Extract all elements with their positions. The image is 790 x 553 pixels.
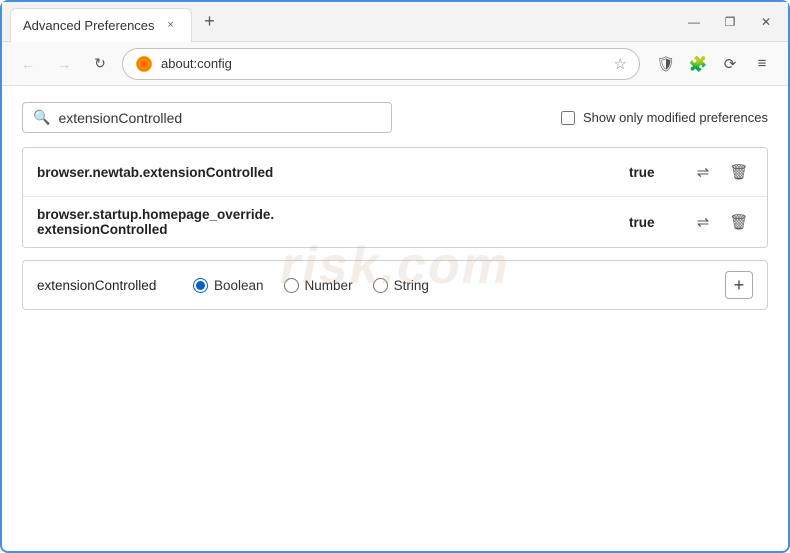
address-text: about:config (161, 56, 606, 71)
delete-button-2[interactable]: 🗑 (725, 208, 753, 236)
pref-name-1: browser.newtab.extensionControlled (37, 165, 629, 180)
radio-number[interactable]: Number (284, 278, 353, 293)
row-actions-2: ⇌ 🗑 (689, 208, 753, 236)
firefox-icon (135, 55, 153, 73)
browser-tab[interactable]: Advanced Preferences × (10, 8, 192, 42)
show-modified-row[interactable]: Show only modified preferences (561, 110, 768, 125)
shield-icon[interactable]: 🛡 (652, 50, 680, 78)
pref-name-2: browser.startup.homepage_override.extens… (37, 207, 629, 237)
reload-button[interactable]: ↻ (86, 50, 114, 78)
bookmark-icon: ☆ (614, 55, 627, 73)
add-pref-row: extensionControlled Boolean Number Strin… (22, 260, 768, 310)
tab-title: Advanced Preferences (23, 18, 155, 33)
toolbar-icons: 🛡 🧩 ⟳ ≡ (652, 50, 776, 78)
address-bar: ← → ↻ about:config ☆ 🛡 🧩 ⟳ ≡ (2, 42, 788, 86)
radio-string[interactable]: String (373, 278, 429, 293)
delete-button-1[interactable]: 🗑 (725, 158, 753, 186)
pref-value-1: true (629, 165, 665, 180)
radio-boolean[interactable]: Boolean (193, 278, 264, 293)
show-modified-label: Show only modified preferences (583, 110, 768, 125)
forward-button[interactable]: → (50, 50, 78, 78)
search-wrap[interactable]: 🔍 (22, 102, 392, 133)
title-bar: Advanced Preferences × + — ❐ ✕ (2, 2, 788, 42)
toggle-button-1[interactable]: ⇌ (689, 158, 717, 186)
new-tab-button[interactable]: + (196, 8, 224, 36)
results-table: browser.newtab.extensionControlled true … (22, 147, 768, 248)
restore-button[interactable]: ❐ (716, 8, 744, 36)
pref-value-2: true (629, 215, 665, 230)
window-controls: — ❐ ✕ (680, 8, 780, 36)
radio-string-label: String (394, 278, 429, 293)
table-row: browser.startup.homepage_override.extens… (23, 197, 767, 247)
main-content: risk.com 🔍 Show only modified preference… (2, 86, 788, 326)
toggle-button-2[interactable]: ⇌ (689, 208, 717, 236)
show-modified-checkbox[interactable] (561, 111, 575, 125)
extension-icon[interactable]: 🧩 (684, 50, 712, 78)
radio-boolean-label: Boolean (214, 278, 264, 293)
row-actions-1: ⇌ 🗑 (689, 158, 753, 186)
new-pref-name: extensionControlled (37, 278, 177, 293)
sync-icon[interactable]: ⟳ (716, 50, 744, 78)
minimize-button[interactable]: — (680, 8, 708, 36)
radio-number-label: Number (305, 278, 353, 293)
address-input-wrap[interactable]: about:config ☆ (122, 48, 640, 80)
close-window-button[interactable]: ✕ (752, 8, 780, 36)
search-icon: 🔍 (33, 109, 50, 126)
type-radio-group: Boolean Number String (193, 278, 709, 293)
search-input[interactable] (58, 110, 381, 126)
add-pref-button[interactable]: + (725, 271, 753, 299)
table-row: browser.newtab.extensionControlled true … (23, 148, 767, 197)
menu-icon[interactable]: ≡ (748, 50, 776, 78)
search-row: 🔍 Show only modified preferences (22, 102, 768, 133)
tab-close-btn[interactable]: × (163, 17, 179, 33)
back-button[interactable]: ← (14, 50, 42, 78)
